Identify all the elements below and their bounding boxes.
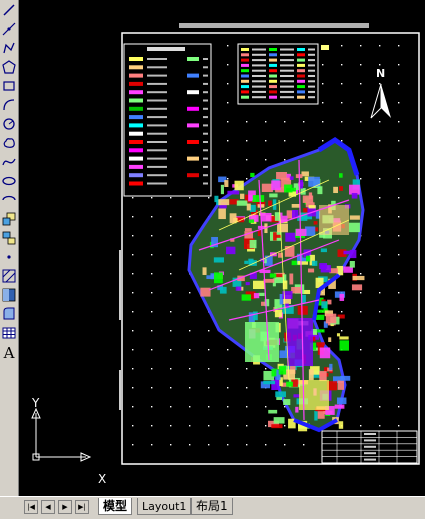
line-icon[interactable] xyxy=(1,2,17,18)
first-tab-button[interactable]: |◀ xyxy=(24,500,38,514)
ucs-icon xyxy=(31,407,92,462)
polyline-icon[interactable] xyxy=(1,40,17,56)
drawing-title-graphic xyxy=(179,23,369,28)
ellipse-arc-icon[interactable] xyxy=(1,192,17,208)
construction-line-icon[interactable] xyxy=(1,21,17,37)
draw-toolbar: A xyxy=(0,0,19,496)
legend-panel xyxy=(123,43,212,197)
tab-layout-cn[interactable]: 布局1 xyxy=(191,498,233,515)
tab-layout1[interactable]: Layout1 xyxy=(137,498,192,515)
ucs-y-label: Y xyxy=(32,396,40,410)
drawing-canvas[interactable]: N Y X xyxy=(19,0,425,496)
polygon-icon[interactable] xyxy=(1,59,17,75)
ellipse-icon[interactable] xyxy=(1,173,17,189)
region-icon[interactable] xyxy=(1,306,17,322)
ucs-x-label: X xyxy=(98,472,107,486)
side-annotation xyxy=(119,250,121,410)
arc-icon[interactable] xyxy=(1,97,17,113)
prev-tab-button[interactable]: ◀ xyxy=(41,500,55,514)
point-icon[interactable] xyxy=(1,249,17,265)
rectangle-icon[interactable] xyxy=(1,78,17,94)
land-use-table xyxy=(237,43,319,105)
multiline-text-label: A xyxy=(3,344,15,362)
next-tab-button[interactable]: ▶ xyxy=(58,500,72,514)
spline-icon[interactable] xyxy=(1,154,17,170)
drawing-sheet: N xyxy=(31,23,420,465)
make-block-icon[interactable] xyxy=(1,230,17,246)
tab-model[interactable]: 模型 xyxy=(98,498,133,515)
last-tab-button[interactable]: ▶| xyxy=(75,500,89,514)
title-block xyxy=(321,430,418,464)
multiline-text-icon[interactable]: A xyxy=(1,344,17,362)
layout-tab-bar: |◀ ◀ ▶ ▶| 模型 Layout1 布局1 xyxy=(0,496,425,519)
revision-cloud-icon[interactable] xyxy=(1,135,17,151)
city-plan-map xyxy=(187,136,365,433)
insert-block-icon[interactable] xyxy=(1,211,17,227)
hatch-icon[interactable] xyxy=(1,268,17,284)
north-arrow: N xyxy=(370,67,391,119)
scale-note xyxy=(321,45,329,50)
north-label: N xyxy=(376,67,385,80)
table-icon[interactable] xyxy=(1,325,17,341)
circle-icon[interactable] xyxy=(1,116,17,132)
gradient-icon[interactable] xyxy=(1,287,17,303)
